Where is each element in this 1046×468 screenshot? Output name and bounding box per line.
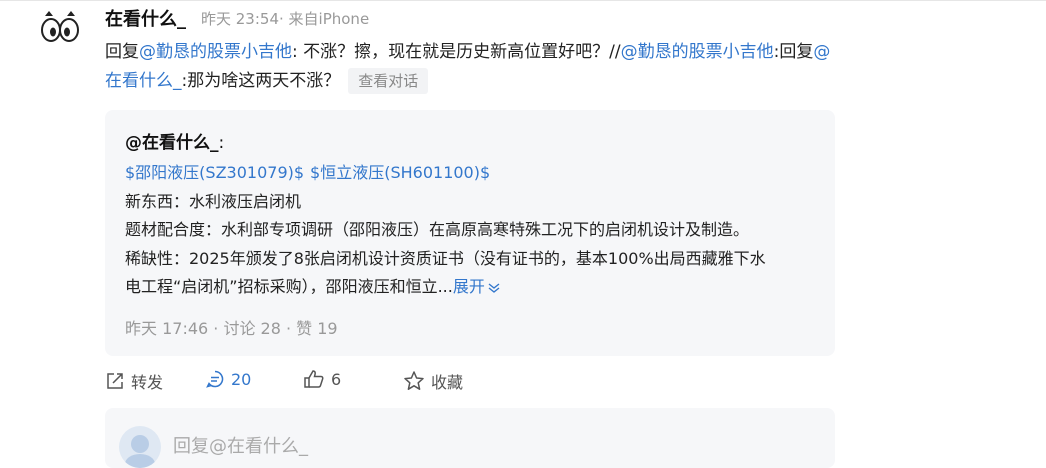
stock-tag[interactable]: $邵阳液压(SZ301079)$ (125, 163, 304, 182)
top-divider (0, 0, 1046, 1)
quoted-post-card[interactable]: @在看什么_: $邵阳液压(SZ301079)$ $恒立液压(SH601100)$… (105, 110, 835, 356)
post-source: · 来自iPhone (279, 10, 370, 28)
reply-composer[interactable]: 回复@在看什么_ (105, 408, 835, 468)
expand-link[interactable]: 展开 (453, 277, 501, 296)
stock-tag[interactable]: $恒立液压(SH601100)$ (310, 163, 490, 182)
thumbs-up-icon (304, 370, 324, 388)
quoted-line: 稀缺性：2025年颁发了8张启闭机设计资质证书（没有证书的，基本100%出局西藏… (125, 248, 766, 268)
comment-icon (206, 370, 224, 388)
repost-label: 转发 (131, 373, 164, 392)
quoted-line-text: 电工程“启闭机”招标采购），邵阳液压和恒立... (125, 277, 453, 296)
quoted-author-colon: : (218, 133, 225, 153)
quoted-author-name[interactable]: @在看什么_ (125, 133, 219, 153)
quoted-time[interactable]: 昨天 17:46 (125, 319, 208, 338)
comment-count: 20 (231, 369, 252, 389)
like-count: 6 (331, 369, 342, 389)
repost-button[interactable]: 转发 (105, 369, 163, 393)
quoted-meta: 昨天 17:46 · 讨论 28 · 赞 19 (125, 315, 338, 339)
reply-text: 回复@勤恳的股票小吉他: 不涨？擦，现在就是历史新高位置好吧？//@勤恳的股票小… (105, 38, 840, 96)
user-avatar (119, 426, 161, 468)
favorite-button[interactable]: 收藏 (403, 369, 463, 393)
post-meta: 昨天 23:54· 来自iPhone (201, 8, 369, 29)
comment-button[interactable]: 20 (205, 369, 251, 389)
reply-body: : 不涨？擦，现在就是历史新高位置好吧？// (292, 42, 621, 62)
star-icon (404, 371, 424, 390)
stock-tags: $邵阳液压(SZ301079)$ $恒立液压(SH601100)$ (125, 159, 820, 188)
reply-body: :回复 (773, 42, 814, 62)
mention-link[interactable]: @勤恳的股票小吉他 (621, 42, 774, 62)
repost-icon (107, 373, 123, 389)
quoted-line: 新东西：水利液压启闭机 (125, 191, 302, 211)
owl-avatar-icon[interactable] (40, 8, 80, 48)
expand-label[interactable]: 展开 (453, 277, 485, 296)
quoted-stats: · 讨论 28 · 赞 19 (208, 319, 338, 338)
like-button[interactable]: 6 (303, 369, 341, 389)
reply-prefix: 回复 (105, 42, 139, 62)
username[interactable]: 在看什么_ (105, 5, 186, 31)
quoted-body: $邵阳液压(SZ301079)$ $恒立液压(SH601100)$ 新东西：水利液… (125, 159, 820, 302)
favorite-label: 收藏 (431, 373, 464, 392)
quoted-author[interactable]: @在看什么_: (125, 128, 224, 153)
view-conversation-button[interactable]: 查看对话 (348, 68, 429, 94)
reply-body: :那为啥这两天不涨？ (181, 71, 341, 91)
quoted-line-last: 电工程“启闭机”招标采购），邵阳液压和恒立...展开 (125, 273, 820, 302)
mention-link[interactable]: @勤恳的股票小吉他 (139, 42, 292, 62)
reply-input[interactable]: 回复@在看什么_ (173, 432, 308, 458)
chevron-down-icon (488, 282, 500, 293)
post-time[interactable]: 昨天 23:54 (201, 10, 279, 28)
quoted-line: 题材配合度：水利部专项调研（邵阳液压）在高原高寒特殊工况下的启闭机设计及制造。 (125, 220, 750, 239)
